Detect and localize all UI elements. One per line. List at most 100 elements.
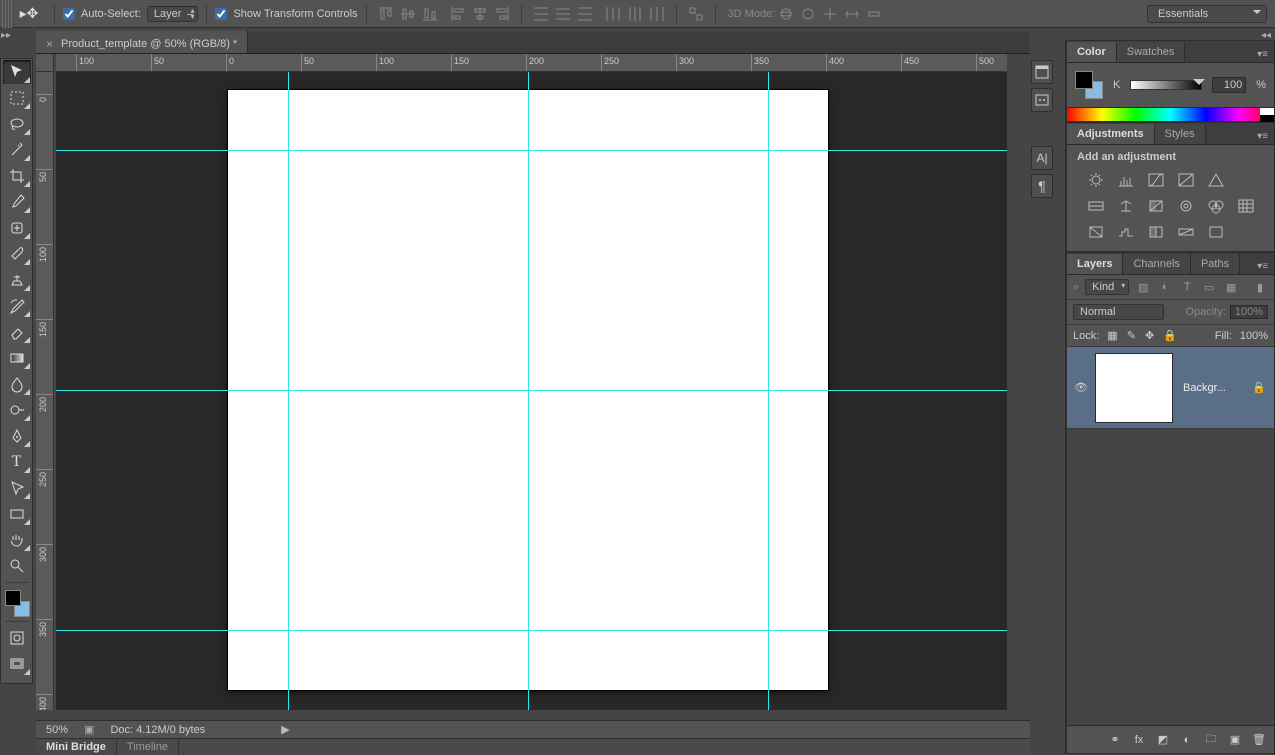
levels-icon[interactable]	[1116, 171, 1136, 189]
history-panel-icon[interactable]	[1031, 60, 1053, 84]
filter-smart-icon[interactable]: ▦	[1223, 279, 1239, 295]
healing-brush-tool[interactable]	[3, 216, 31, 240]
status-expand-icon[interactable]: ▣	[84, 723, 94, 736]
channels-tab[interactable]: Channels	[1123, 254, 1190, 274]
color-tab[interactable]: Color	[1067, 42, 1117, 62]
panel-menu-icon[interactable]: ▾≡	[1251, 47, 1274, 62]
panel-menu-icon[interactable]: ▾≡	[1251, 259, 1274, 274]
panel-menu-icon[interactable]: ▾≡	[1251, 129, 1274, 144]
properties-panel-icon[interactable]	[1031, 88, 1053, 112]
3d-roll-icon[interactable]	[798, 4, 818, 24]
distribute-hcenter-icon[interactable]	[625, 4, 645, 24]
layer-item[interactable]: 👁 Backgr... 🔒	[1067, 347, 1274, 429]
dodge-tool[interactable]	[3, 398, 31, 422]
blend-mode-select[interactable]: Normal	[1073, 304, 1164, 320]
crop-tool[interactable]	[3, 164, 31, 188]
filter-pixel-icon[interactable]: ▧	[1135, 279, 1151, 295]
layer-filter-kind-select[interactable]: Kind	[1085, 279, 1129, 295]
gradient-tool[interactable]	[3, 346, 31, 370]
hue-saturation-icon[interactable]	[1086, 197, 1106, 215]
distribute-top-icon[interactable]	[531, 4, 551, 24]
styles-tab[interactable]: Styles	[1155, 124, 1206, 144]
document-tab[interactable]: × Product_template @ 50% (RGB/8) *	[36, 31, 248, 53]
guide-horizontal[interactable]	[56, 630, 1007, 631]
zoom-level[interactable]: 50%	[46, 724, 68, 736]
options-bar-grip[interactable]	[2, 0, 12, 28]
align-left-edges-icon[interactable]	[448, 4, 468, 24]
curves-icon[interactable]	[1146, 171, 1166, 189]
foreground-background-colors[interactable]	[3, 588, 31, 618]
blur-tool[interactable]	[3, 372, 31, 396]
align-bottom-edges-icon[interactable]	[420, 4, 440, 24]
horizontal-ruler[interactable]: 10050050100150200250300350400450500	[56, 54, 1007, 72]
color-spectrum[interactable]	[1067, 107, 1274, 121]
exposure-icon[interactable]	[1176, 171, 1196, 189]
3d-slide-icon[interactable]	[842, 4, 862, 24]
eraser-tool[interactable]	[3, 320, 31, 344]
invert-icon[interactable]	[1086, 223, 1106, 241]
auto-select-target-select[interactable]: Layer ▴▾	[147, 6, 199, 22]
marquee-tool[interactable]	[3, 86, 31, 110]
ruler-origin[interactable]	[36, 54, 54, 72]
color-lookup-icon[interactable]	[1236, 197, 1256, 215]
clone-stamp-tool[interactable]	[3, 268, 31, 292]
auto-select-checkbox[interactable]: Auto-Select:	[63, 8, 141, 20]
layer-style-icon[interactable]: fx	[1132, 734, 1146, 746]
expand-toolbar-icon[interactable]: ▸▸	[0, 30, 12, 42]
visibility-toggle-icon[interactable]: 👁	[1067, 381, 1095, 394]
show-transform-controls-checkbox[interactable]: Show Transform Controls	[215, 8, 357, 20]
close-tab-icon[interactable]: ×	[46, 37, 53, 51]
layer-thumbnail[interactable]	[1095, 353, 1173, 423]
new-adjustment-layer-icon[interactable]: ◐	[1180, 734, 1194, 746]
color-balance-icon[interactable]	[1116, 197, 1136, 215]
vertical-ruler[interactable]: 050100150200250300350400	[36, 72, 54, 710]
adjustments-tab[interactable]: Adjustments	[1067, 124, 1155, 144]
canvas-viewport[interactable]	[56, 72, 1007, 710]
channel-mixer-icon[interactable]	[1206, 197, 1226, 215]
brush-tool[interactable]	[3, 242, 31, 266]
3d-pan-icon[interactable]	[820, 4, 840, 24]
workspace-selector[interactable]: Essentials	[1147, 5, 1267, 23]
distribute-left-icon[interactable]	[603, 4, 623, 24]
guide-horizontal[interactable]	[56, 390, 1007, 391]
posterize-icon[interactable]	[1116, 223, 1136, 241]
threshold-icon[interactable]	[1146, 223, 1166, 241]
filter-type-icon[interactable]: T	[1179, 279, 1195, 295]
guide-vertical[interactable]	[528, 72, 529, 710]
animation-play-icon[interactable]: ▶	[281, 723, 289, 736]
history-brush-tool[interactable]	[3, 294, 31, 318]
screen-mode-toggle[interactable]	[3, 652, 31, 676]
guide-vertical[interactable]	[288, 72, 289, 710]
gradient-map-icon[interactable]	[1176, 223, 1196, 241]
character-panel-icon[interactable]: A|	[1031, 146, 1053, 170]
align-vertical-centers-icon[interactable]	[398, 4, 418, 24]
type-tool[interactable]: T	[3, 450, 31, 474]
timeline-tab[interactable]: Timeline	[117, 739, 179, 755]
photo-filter-icon[interactable]	[1176, 197, 1196, 215]
k-value[interactable]: 100	[1212, 77, 1246, 93]
guide-vertical[interactable]	[768, 72, 769, 710]
align-horizontal-centers-icon[interactable]	[470, 4, 490, 24]
eyedropper-tool[interactable]	[3, 190, 31, 214]
3d-orbit-icon[interactable]	[776, 4, 796, 24]
distribute-bottom-icon[interactable]	[575, 4, 595, 24]
filter-shape-icon[interactable]: ▭	[1201, 279, 1217, 295]
lock-pixels-icon[interactable]: ✎	[1127, 330, 1136, 342]
filter-toggle-icon[interactable]: ▮	[1252, 279, 1268, 295]
delete-layer-icon[interactable]: 🗑	[1252, 733, 1266, 746]
paths-tab[interactable]: Paths	[1191, 254, 1240, 274]
brightness-contrast-icon[interactable]	[1086, 171, 1106, 189]
swatches-tab[interactable]: Swatches	[1117, 42, 1186, 62]
3d-scale-icon[interactable]	[864, 4, 884, 24]
foreground-color-swatch[interactable]	[5, 590, 21, 606]
distribute-right-icon[interactable]	[647, 4, 667, 24]
mini-bridge-tab[interactable]: Mini Bridge	[36, 739, 117, 755]
fill-value[interactable]: 100%	[1240, 330, 1268, 342]
auto-align-icon[interactable]	[686, 4, 706, 24]
lock-transparency-icon[interactable]: ▦	[1107, 330, 1117, 342]
move-tool[interactable]	[3, 60, 31, 84]
align-top-edges-icon[interactable]	[376, 4, 396, 24]
link-layers-icon[interactable]: ⚭	[1108, 733, 1122, 746]
layer-name[interactable]: Backgr...	[1183, 382, 1252, 394]
filter-adjustment-icon[interactable]: ◐	[1157, 279, 1173, 295]
